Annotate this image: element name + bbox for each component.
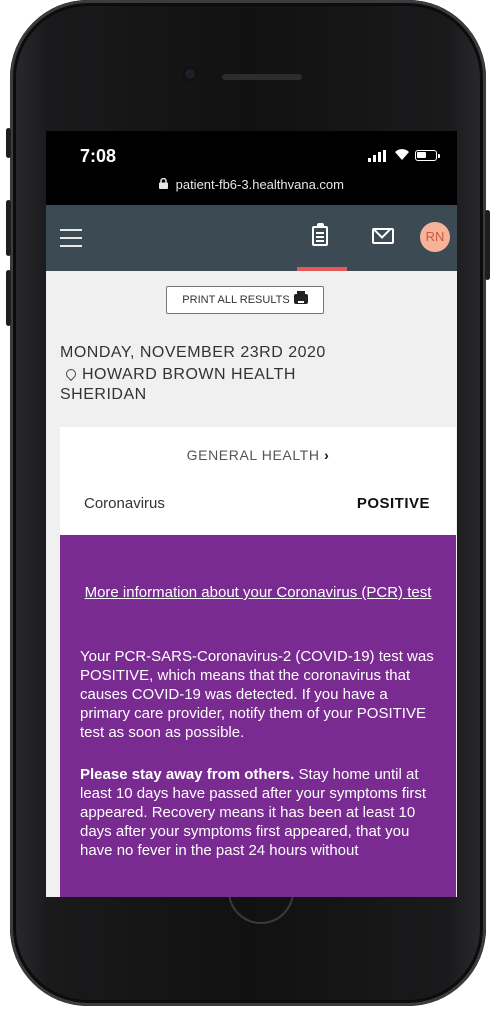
visit-location: HOWARD BROWN HEALTH SHERIDAN — [60, 365, 350, 405]
print-button-label: PRINT ALL RESULTS — [182, 294, 290, 306]
wifi-icon — [394, 148, 410, 164]
pin-icon — [63, 366, 79, 382]
mail-icon[interactable] — [372, 228, 394, 244]
location-label: HOWARD BROWN HEALTH SHERIDAN — [60, 366, 296, 403]
earpiece — [222, 74, 302, 80]
battery-icon — [415, 150, 440, 161]
result-info-panel: More information about your Coronavirus … — [60, 535, 456, 897]
phone-screen: 7:08 patient-fb6-3.healthvana.com RN PRI… — [46, 131, 457, 897]
lock-icon — [158, 178, 168, 189]
result-card: GENERAL HEALTH › Coronavirus POSITIVE Mo… — [60, 427, 456, 897]
info-paragraph-2-bold: Please stay away from others. — [80, 766, 295, 783]
results-page: PRINT ALL RESULTS MONDAY, NOVEMBER 23RD … — [46, 271, 457, 897]
address-url: patient-fb6-3.healthvana.com — [175, 177, 344, 192]
signal-icon — [368, 150, 386, 162]
test-name: Coronavirus — [84, 495, 165, 512]
address-bar[interactable]: patient-fb6-3.healthvana.com — [46, 177, 457, 192]
volume-up-button — [6, 200, 11, 256]
chevron-right-icon: › — [324, 447, 330, 463]
test-result-status: POSITIVE — [356, 495, 430, 512]
visit-date: MONDAY, NOVEMBER 23RD 2020 — [60, 344, 326, 361]
front-camera — [182, 66, 198, 82]
info-paragraph-1: Your PCR-SARS-Coronavirus-2 (COVID-19) t… — [80, 648, 434, 741]
mute-switch — [6, 128, 11, 158]
power-button — [485, 210, 490, 280]
print-all-results-button[interactable]: PRINT ALL RESULTS — [166, 286, 324, 314]
status-bar: 7:08 patient-fb6-3.healthvana.com — [46, 131, 457, 205]
printer-icon — [293, 291, 308, 304]
results-icon[interactable] — [312, 223, 328, 246]
app-navbar: RN — [46, 205, 457, 271]
info-paragraph-2: Please stay away from others. Stay home … — [80, 765, 440, 860]
volume-down-button — [6, 270, 11, 326]
category-link[interactable]: GENERAL HEALTH › — [60, 447, 456, 463]
category-label: GENERAL HEALTH — [186, 447, 320, 463]
avatar[interactable]: RN — [420, 222, 450, 252]
status-time: 7:08 — [80, 146, 117, 166]
info-link[interactable]: More information about your Coronavirus … — [80, 583, 436, 602]
menu-icon[interactable] — [60, 229, 82, 247]
